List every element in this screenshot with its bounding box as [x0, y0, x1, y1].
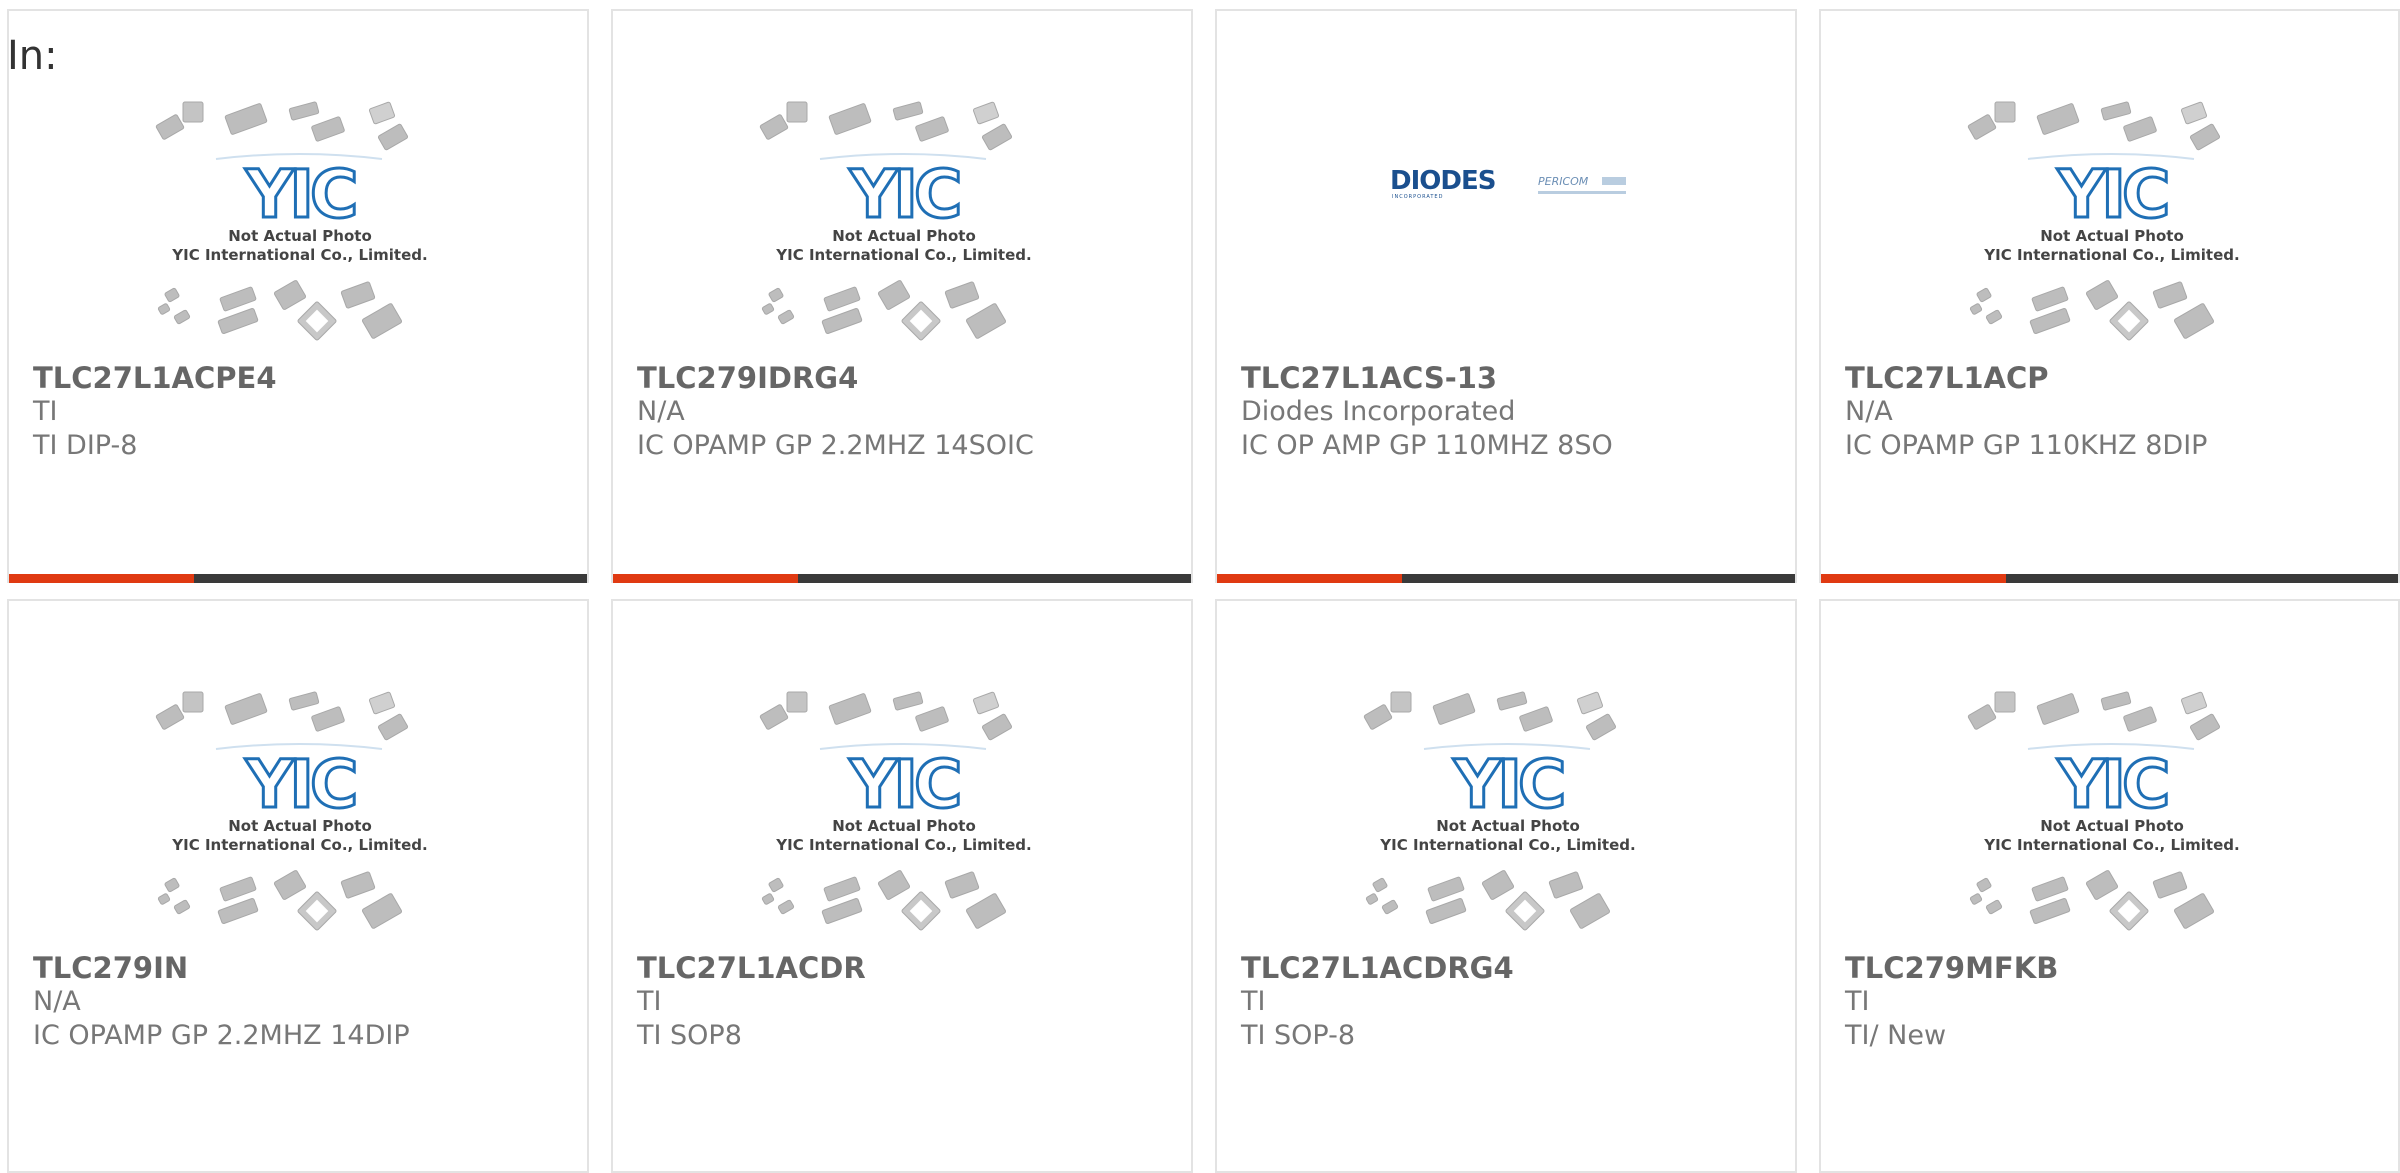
svg-text:YIC: YIC [849, 746, 959, 823]
manufacturer-label: N/A [33, 986, 81, 1017]
product-card[interactable]: YIC Not Actual Photo YIC International Co.… [1819, 599, 2400, 1173]
yic-logo: YIC [2027, 153, 2195, 235]
yic-logo: YIC [819, 153, 987, 235]
part-number-link[interactable]: TLC279MFKB [1845, 952, 2058, 985]
svg-text:DIODES: DIODES [1390, 166, 1495, 196]
product-card[interactable]: DIODES INCORPORATED PERICOM TLC27L1ACS-13 … [1215, 9, 1797, 583]
yic-logo: YIC [819, 743, 987, 825]
product-thumbnail: DIODESINCORPORATED PERICOM [1390, 166, 1626, 200]
product-thumbnail: YICNot Actual PhotoYIC International Co.… [155, 691, 428, 931]
product-card[interactable]: YIC Not Actual Photo YIC International Co.… [7, 9, 589, 583]
svg-text:YIC: YIC [245, 156, 355, 233]
card-progress-accent [1217, 574, 1402, 583]
svg-text:YIC: YIC [2057, 156, 2167, 233]
svg-text:YIC: YIC [245, 746, 355, 823]
card-progress-bar [1217, 574, 1795, 583]
product-thumbnail: YICNot Actual PhotoYIC International Co.… [759, 691, 1032, 931]
description-label: TI SOP-8 [1241, 1020, 1356, 1051]
svg-text:YIC: YIC [849, 156, 959, 233]
svg-text:YIC International Co., Limited: YIC International Co., Limited. [171, 246, 427, 264]
product-card[interactable]: YIC Not Actual Photo YIC International Co.… [1215, 599, 1797, 1173]
svg-text:Not Actual Photo: Not Actual Photo [1436, 817, 1580, 835]
diodes-logo: DIODESINCORPORATED PERICOM [1390, 166, 1626, 200]
description-label: IC OPAMP GP 2.2MHZ 14DIP [33, 1020, 410, 1051]
part-number-link[interactable]: TLC27L1ACDRG4 [1241, 952, 1514, 985]
svg-text:Not Actual Photo: Not Actual Photo [228, 227, 372, 245]
card-progress-accent [613, 574, 798, 583]
svg-text:YIC International Co., Limited: YIC International Co., Limited. [775, 246, 1031, 264]
yic-logo: YIC [2027, 743, 2195, 825]
manufacturer-label: TI [637, 986, 662, 1017]
card-progress-accent [1821, 574, 2006, 583]
card-progress-bar [613, 574, 1191, 583]
svg-text:YIC International Co., Limited: YIC International Co., Limited. [171, 836, 427, 854]
description-label: TI DIP-8 [33, 430, 138, 461]
product-card[interactable]: YIC Not Actual Photo YIC International Co.… [611, 9, 1193, 583]
part-number-link[interactable]: TLC27L1ACP [1845, 362, 2049, 395]
product-thumbnail: YICNot Actual PhotoYIC International Co.… [155, 101, 428, 341]
part-number-link[interactable]: TLC27L1ACS-13 [1241, 362, 1497, 395]
part-number-link[interactable]: TLC279IN [33, 952, 188, 985]
manufacturer-label: TI [1845, 986, 1870, 1017]
product-thumbnail: YICNot Actual PhotoYIC International Co.… [759, 101, 1032, 341]
manufacturer-label: TI [33, 396, 58, 427]
svg-text:Not Actual Photo: Not Actual Photo [832, 817, 976, 835]
description-label: IC OP AMP GP 110MHZ 8SO [1241, 430, 1613, 461]
svg-text:YIC International Co., Limited: YIC International Co., Limited. [1983, 836, 2239, 854]
manufacturer-label: N/A [1845, 396, 1893, 427]
product-thumbnail: YICNot Actual PhotoYIC International Co.… [1363, 691, 1636, 931]
description-label: IC OPAMP GP 2.2MHZ 14SOIC [637, 430, 1034, 461]
description-label: TI SOP8 [637, 1020, 742, 1051]
description-label: TI/ New [1845, 1020, 1947, 1051]
manufacturer-label: Diodes Incorporated [1241, 396, 1516, 427]
svg-text:YIC: YIC [1453, 746, 1563, 823]
yic-logo: YIC [1423, 743, 1591, 825]
product-card[interactable]: YIC Not Actual Photo YIC International Co.… [1819, 9, 2400, 583]
product-thumbnail: YICNot Actual PhotoYIC International Co.… [1967, 691, 2240, 931]
svg-text:Not Actual Photo: Not Actual Photo [2040, 817, 2184, 835]
part-number-link[interactable]: TLC279IDRG4 [637, 362, 858, 395]
part-number-link[interactable]: TLC27L1ACDR [637, 952, 866, 985]
part-number-link[interactable]: TLC27L1ACPE4 [33, 362, 277, 395]
svg-text:INCORPORATED: INCORPORATED [1392, 194, 1443, 200]
yic-logo: YIC [215, 153, 383, 235]
svg-text:PERICOM: PERICOM [1538, 175, 1589, 188]
manufacturer-label: N/A [637, 396, 685, 427]
svg-text:YIC: YIC [2057, 746, 2167, 823]
manufacturer-label: TI [1241, 986, 1266, 1017]
card-progress-accent [9, 574, 194, 583]
card-progress-bar [1821, 574, 2398, 583]
svg-text:Not Actual Photo: Not Actual Photo [832, 227, 976, 245]
card-progress-bar [9, 574, 587, 583]
svg-text:YIC International Co., Limited: YIC International Co., Limited. [775, 836, 1031, 854]
svg-text:YIC International Co., Limited: YIC International Co., Limited. [1983, 246, 2239, 264]
product-card[interactable]: YIC Not Actual Photo YIC International Co.… [611, 599, 1193, 1173]
svg-text:Not Actual Photo: Not Actual Photo [228, 817, 372, 835]
svg-text:Not Actual Photo: Not Actual Photo [2040, 227, 2184, 245]
description-label: IC OPAMP GP 110KHZ 8DIP [1845, 430, 2208, 461]
yic-logo: YIC [215, 743, 383, 825]
svg-text:YIC International Co., Limited: YIC International Co., Limited. [1379, 836, 1635, 854]
product-thumbnail: YICNot Actual PhotoYIC International Co.… [1967, 101, 2240, 341]
page-heading: In: [7, 33, 58, 79]
product-card[interactable]: YIC Not Actual Photo YIC International Co.… [7, 599, 589, 1173]
